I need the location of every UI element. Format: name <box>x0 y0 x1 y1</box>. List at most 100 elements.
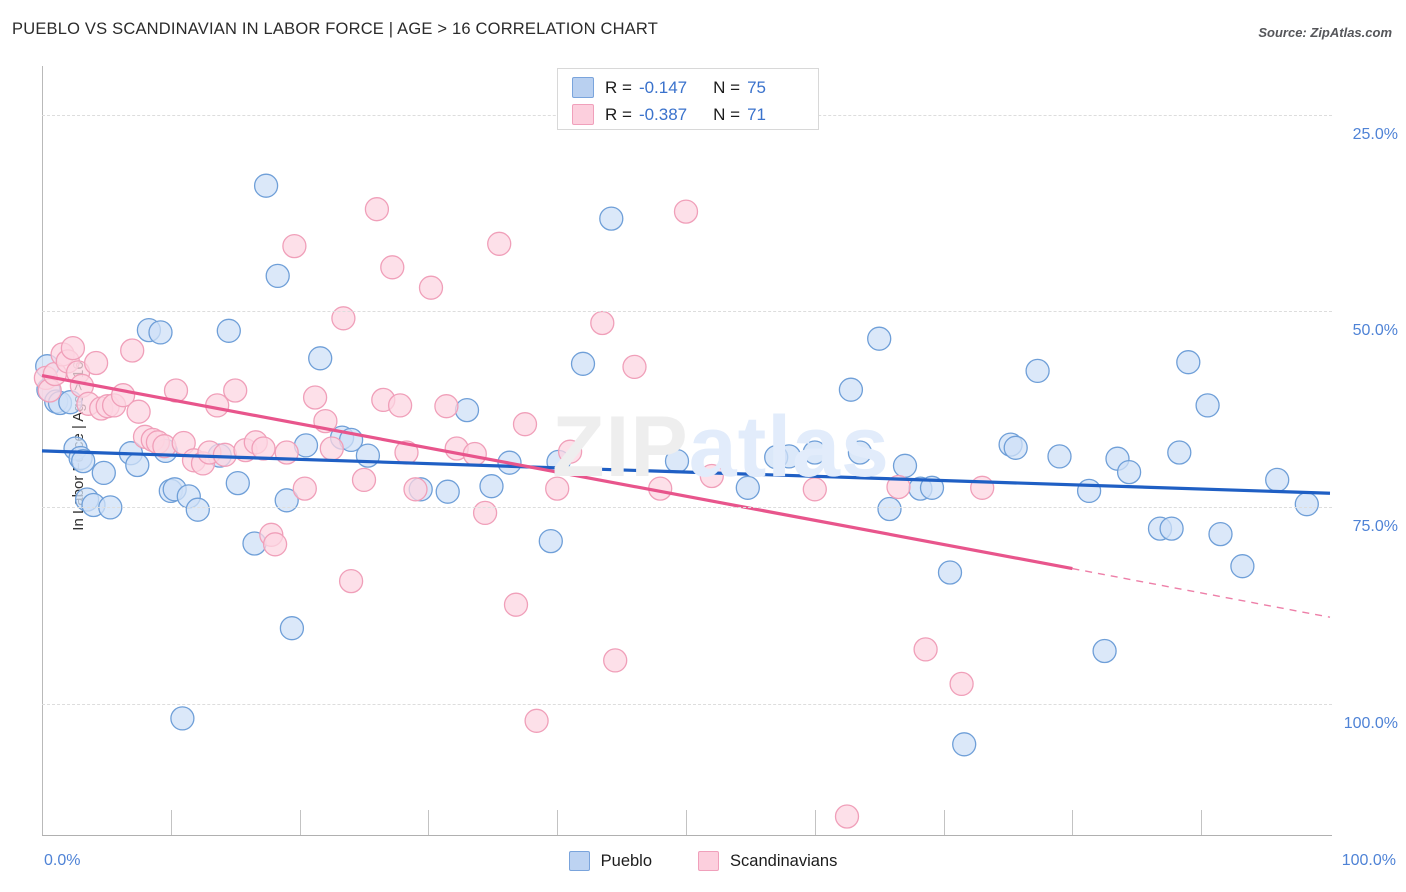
x-axis-tick <box>170 810 172 835</box>
plot-area <box>33 68 1331 833</box>
data-point <box>1047 444 1072 469</box>
data-point <box>545 476 570 501</box>
legend-swatch-pueblo-icon <box>572 77 594 98</box>
data-point <box>503 592 529 617</box>
legend-n-label-pueblo: N = <box>713 77 741 97</box>
data-point <box>1076 478 1102 504</box>
data-point <box>847 440 873 465</box>
data-point <box>91 460 116 486</box>
gridline <box>42 311 1332 313</box>
x-axis-tick <box>1072 810 1074 835</box>
y-axis-tick-label: 25.0% <box>1352 126 1398 144</box>
data-point <box>599 206 624 231</box>
data-point <box>225 470 250 496</box>
data-point <box>253 173 279 198</box>
data-point <box>479 474 504 499</box>
series-swatch-scandinavians-icon <box>698 851 720 871</box>
x-axis-tick <box>686 810 687 835</box>
correlation-legend: R = -0.147 N = 75 R = -0.387 N = 71 <box>557 68 819 130</box>
legend-r-value-pueblo: -0.147 <box>638 77 688 97</box>
data-point <box>1025 358 1050 384</box>
data-point <box>1176 350 1201 375</box>
data-point <box>913 637 938 662</box>
trendline-extension-scandinavians <box>1072 567 1331 618</box>
x-axis-tick <box>299 810 301 835</box>
data-point <box>319 436 344 461</box>
data-point <box>699 463 724 489</box>
x-axis-line <box>42 835 1332 836</box>
gridline <box>42 703 1332 705</box>
x-axis-tick <box>428 810 430 835</box>
data-point <box>1294 492 1319 517</box>
data-point <box>185 497 210 522</box>
data-point <box>952 732 977 757</box>
data-point <box>125 452 150 478</box>
data-point <box>434 394 459 419</box>
data-point <box>387 393 413 418</box>
data-point <box>970 475 995 500</box>
data-point <box>570 351 596 376</box>
data-point <box>60 335 86 361</box>
data-point <box>355 443 381 468</box>
series-legend-item-scandinavians[interactable]: Scandinavians <box>698 851 837 871</box>
data-point <box>487 231 512 256</box>
data-point <box>380 255 405 280</box>
data-point <box>454 397 480 423</box>
data-point <box>838 377 864 402</box>
data-point <box>223 378 248 403</box>
legend-swatch-scandinavians-icon <box>572 104 594 125</box>
page-title: PUEBLO VS SCANDINAVIAN IN LABOR FORCE | … <box>12 20 659 38</box>
data-point <box>1195 393 1220 418</box>
series-points-scandinavians <box>33 197 995 829</box>
x-axis-tick <box>1201 810 1203 835</box>
data-point <box>622 354 647 380</box>
data-point <box>664 448 690 474</box>
scatter-canvas <box>33 173 1331 829</box>
y-axis-tick-label: 100.0% <box>1343 714 1398 732</box>
y-axis-tick-label: 50.0% <box>1352 322 1398 340</box>
data-point <box>216 318 241 343</box>
series-label-scandinavians: Scandinavians <box>730 851 838 870</box>
data-point <box>364 197 390 222</box>
data-point <box>338 568 364 594</box>
data-point <box>403 477 428 502</box>
series-legend-item-pueblo[interactable]: Pueblo <box>568 851 653 871</box>
data-point <box>557 439 583 464</box>
data-point <box>538 528 563 554</box>
data-point <box>877 496 902 522</box>
data-point <box>308 346 333 371</box>
data-point <box>1230 554 1255 579</box>
data-point <box>1116 459 1142 485</box>
x-axis-tick <box>943 810 945 835</box>
legend-n-value-scandinavians: 71 <box>747 104 766 124</box>
data-point <box>802 477 827 502</box>
data-point <box>1159 516 1184 541</box>
x-axis-tick <box>557 810 559 835</box>
data-point <box>265 263 290 289</box>
source-label: Source: ZipAtlas.com <box>1258 25 1392 40</box>
data-point <box>148 320 173 345</box>
legend-row-pueblo: R = -0.147 N = 75 <box>572 77 766 98</box>
legend-r-value-scandinavians: -0.387 <box>638 104 688 124</box>
data-point <box>262 532 288 557</box>
data-point <box>120 338 145 363</box>
data-point <box>802 440 827 465</box>
data-point <box>1167 440 1192 465</box>
legend-r-label-pueblo: R = <box>605 77 632 97</box>
data-point <box>1208 521 1233 547</box>
y-axis-tick-label: 75.0% <box>1352 518 1398 536</box>
legend-row-scandinavians: R = -0.387 N = 71 <box>572 104 766 125</box>
data-point <box>83 350 109 376</box>
data-point <box>892 453 918 478</box>
data-point <box>126 399 151 424</box>
data-point <box>302 385 328 410</box>
series-label-pueblo: Pueblo <box>600 851 653 870</box>
x-axis-tick <box>814 810 816 835</box>
data-point <box>170 706 195 731</box>
data-point <box>282 233 307 259</box>
data-point <box>418 275 444 300</box>
legend-n-value-pueblo: 75 <box>747 77 766 97</box>
data-point <box>351 467 377 493</box>
data-point <box>292 476 317 501</box>
data-point <box>512 412 538 437</box>
